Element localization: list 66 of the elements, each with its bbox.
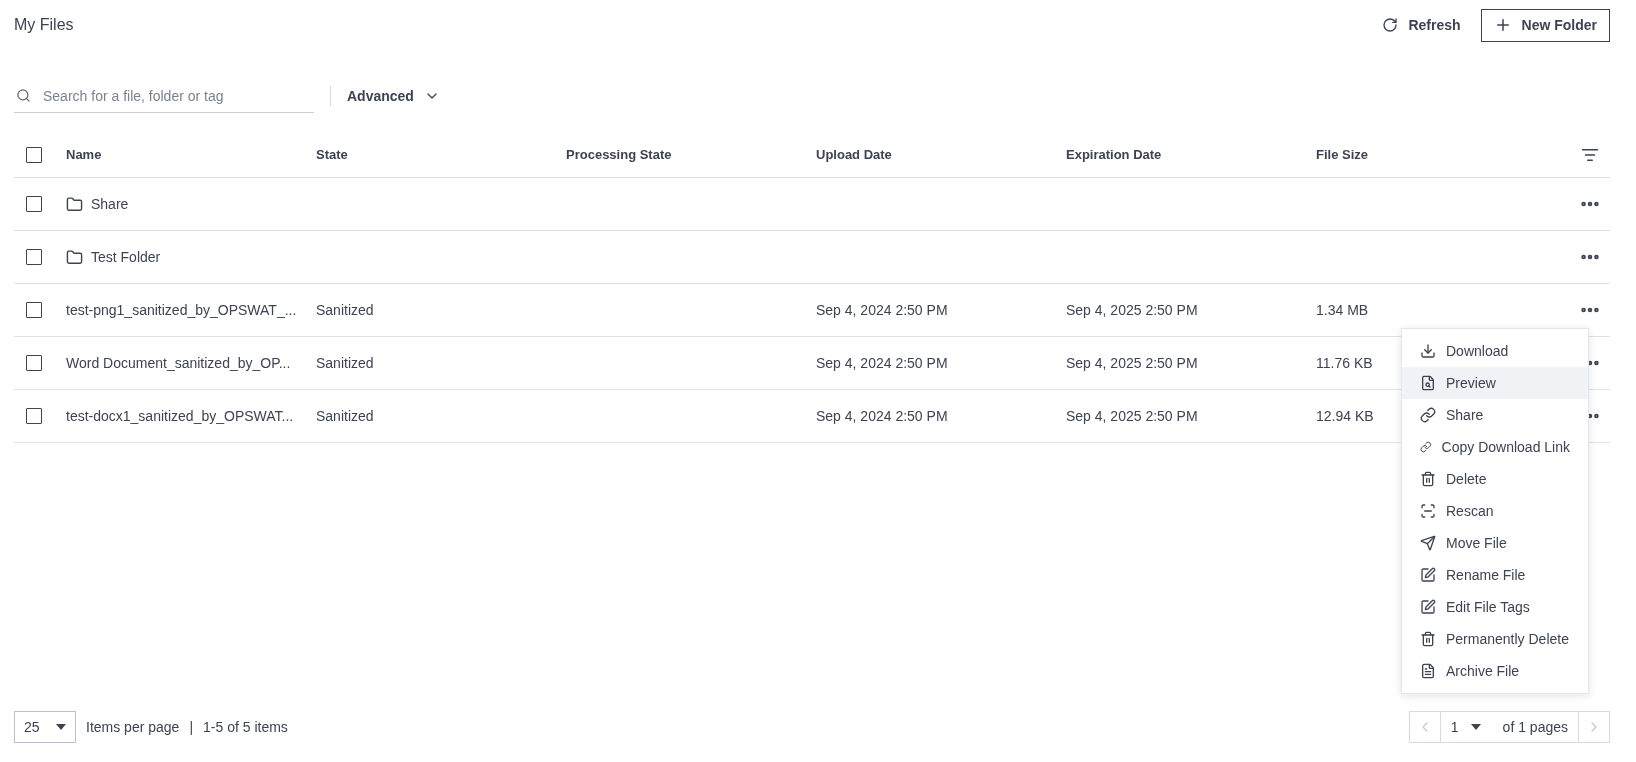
file-name[interactable]: test-png1_sanitized_by_OPSWAT_... [66,302,297,318]
checkbox[interactable] [26,355,42,371]
table-cell: Sep 4, 2025 2:50 PM [1066,302,1198,318]
folder-name[interactable]: Share [91,196,129,212]
table-cell: Sanitized [316,408,374,424]
file-name[interactable]: test-docx1_sanitized_by_OPSWAT... [66,408,294,424]
document-icon [1420,663,1436,679]
menu-item[interactable]: Edit File Tags [1402,591,1588,623]
column-header: File Size [1316,147,1370,162]
folder-icon [66,248,83,266]
checkbox[interactable] [26,302,42,318]
table-cell: 11.76 KB [1316,355,1373,371]
column-header: Processing State [566,147,673,162]
menu-item[interactable]: Rescan [1402,495,1588,527]
table-cell: Sep 4, 2025 2:50 PM [1066,355,1198,371]
search-icon [16,88,31,103]
file-name[interactable]: Word Document_sanitized_by_OP... [66,355,291,371]
file-search-icon [1420,375,1436,391]
table-cell: Sep 4, 2024 2:50 PM [816,408,948,424]
send-icon [1420,535,1436,551]
table-cell: Sep 4, 2024 2:50 PM [816,355,948,371]
items-per-page-label: Items per page [86,719,180,735]
edit-icon [1420,599,1436,615]
page-count-label: of 1 pages [1501,718,1569,737]
menu-item[interactable]: Preview [1402,367,1588,399]
checkbox[interactable] [26,146,42,163]
table-cell: 12.94 KB [1316,408,1374,424]
menu-item[interactable]: Download [1402,335,1588,367]
link-icon [1420,439,1432,455]
page-size-select[interactable]: 25 [14,711,76,743]
column-header: Upload Date [816,147,893,162]
caret-icon [56,724,66,730]
folder-name[interactable]: Test Folder [91,249,161,265]
item-range-label: 1-5 of 5 items [203,719,288,735]
edit-icon [1420,567,1436,583]
refresh-icon [1382,17,1399,33]
table-cell: 1.34 MB [1316,302,1369,318]
menu-item[interactable]: Delete [1402,463,1588,495]
trash-icon [1420,471,1436,487]
page-title: My Files [14,16,74,34]
advanced-dropdown[interactable]: Advanced [347,88,440,104]
caret-icon [1470,724,1481,730]
menu-item[interactable]: Archive File [1402,655,1588,687]
trash-icon [1420,631,1436,647]
download-icon [1420,343,1436,359]
table-cell: Sanitized [316,302,374,318]
menu-item[interactable]: Move File [1402,527,1588,559]
table-cell: Sep 4, 2025 2:50 PM [1066,408,1198,424]
checkbox[interactable] [26,408,42,424]
menu-item[interactable]: Rename File [1402,559,1588,591]
column-header: Name [66,147,103,162]
menu-item[interactable]: Copy Download Link [1402,431,1588,463]
new-folder-button[interactable]: New Folder [1480,8,1610,42]
refresh-button[interactable]: Refresh [1382,17,1461,33]
checkbox[interactable] [26,196,42,212]
column-header: State [316,147,349,162]
separator: | [189,719,194,735]
link-icon [1420,407,1436,423]
folder-icon [66,195,83,213]
scan-icon [1420,503,1436,519]
menu-item[interactable]: Share [1402,399,1588,431]
table-cell: Sanitized [316,355,374,371]
checkbox[interactable] [26,249,42,265]
menu-item[interactable]: Permanently Delete [1402,623,1588,655]
column-header: Expiration Date [1066,147,1163,162]
table-cell: Sep 4, 2024 2:50 PM [816,302,948,318]
